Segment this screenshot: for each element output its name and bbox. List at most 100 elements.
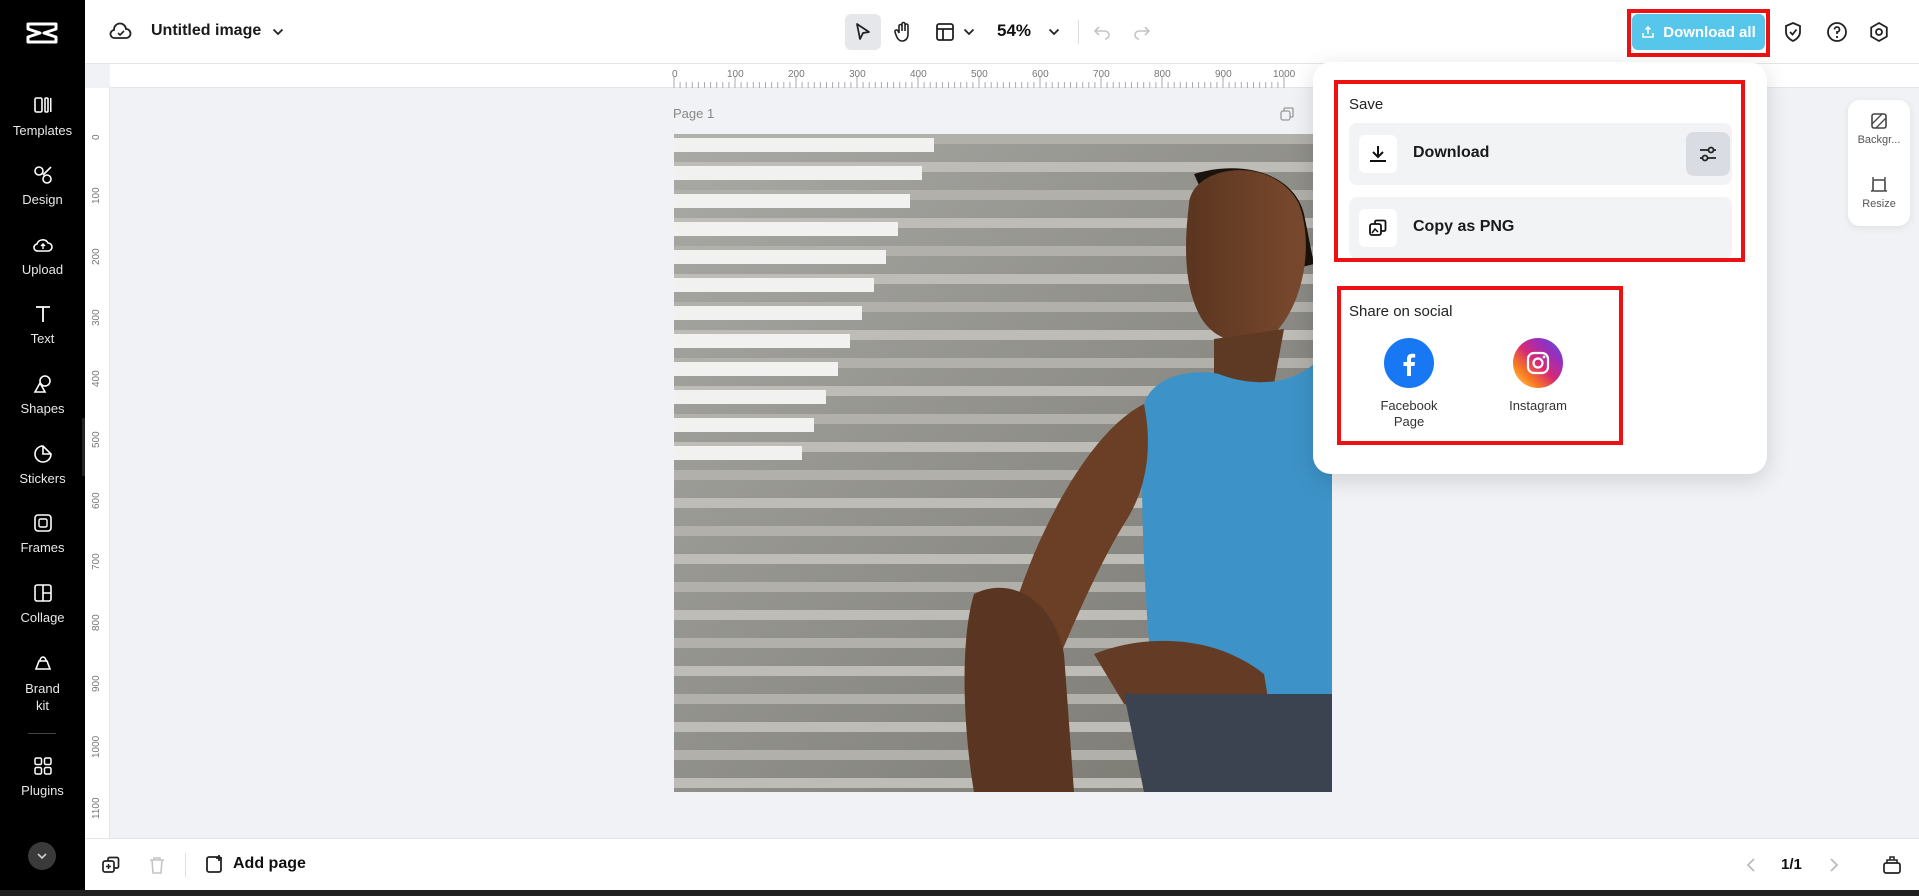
undo-icon — [1093, 26, 1110, 40]
background-icon — [1871, 113, 1887, 129]
help-icon — [1827, 22, 1847, 42]
hand-icon — [894, 21, 909, 42]
ruler-tick-label: 100 — [91, 187, 102, 204]
duplicate-page-button[interactable] — [97, 851, 125, 879]
share-facebook-button[interactable]: Facebook Page — [1364, 338, 1454, 430]
copy-as-png-option[interactable]: Copy as PNG — [1349, 197, 1732, 259]
download-all-label: Download all — [1663, 23, 1756, 41]
trash-icon — [150, 857, 164, 874]
next-page-button[interactable] — [1820, 851, 1848, 879]
undo-button[interactable] — [1088, 18, 1116, 46]
page-count: 1/1 — [1781, 856, 1802, 873]
canvas-photo[interactable] — [674, 134, 1332, 792]
security-button[interactable] — [1779, 18, 1807, 46]
share-section-title: Share on social — [1349, 303, 1453, 320]
redo-icon — [1134, 26, 1151, 40]
title-dropdown-button[interactable] — [264, 18, 292, 46]
ruler-tick-label: 600 — [1032, 69, 1049, 80]
sidebar-item-text[interactable]: Text — [0, 303, 85, 346]
ruler-tick-label: 200 — [788, 69, 805, 80]
ruler-tick-label: 500 — [91, 431, 102, 448]
athlete-photo — [674, 134, 1332, 792]
hand-tool-button[interactable] — [889, 18, 917, 46]
help-button[interactable] — [1823, 18, 1851, 46]
sidebar-item-upload[interactable]: Upload — [0, 234, 85, 277]
ruler-tick-label: 400 — [91, 370, 102, 387]
sidebar-item-brand-kit[interactable]: Brand kit — [0, 652, 85, 714]
add-page-label: Add page — [233, 855, 306, 872]
share-instagram-button[interactable]: Instagram — [1493, 338, 1583, 413]
sidebar-item-templates[interactable]: Templates — [0, 95, 85, 138]
pages-panel-button[interactable] — [1878, 851, 1906, 879]
sidebar-item-label: Design — [22, 192, 63, 207]
pages-panel-icon — [1883, 856, 1901, 874]
background-tool-button[interactable]: Backgr... — [1848, 112, 1910, 146]
sidebar-item-stickers[interactable]: Stickers — [0, 443, 85, 486]
chevron-down-icon — [272, 28, 284, 36]
brand-kit-icon — [34, 656, 51, 670]
ruler-tick-label: 0 — [91, 134, 102, 140]
download-settings-button[interactable] — [1686, 132, 1730, 176]
ruler-tick-label: 300 — [849, 69, 866, 80]
design-icon — [33, 166, 52, 184]
copy-as-png-label: Copy as PNG — [1413, 218, 1515, 235]
sidebar-item-label: Stickers — [19, 471, 66, 486]
cloud-save-button[interactable] — [107, 18, 135, 46]
sidebar-item-collage[interactable]: Collage — [0, 582, 85, 625]
zoom-dropdown-button[interactable] — [1040, 18, 1068, 46]
chevron-down-icon — [1048, 28, 1060, 36]
resize-tool-label: Resize — [1862, 198, 1896, 210]
copy-icon-box — [1359, 209, 1397, 247]
ruler-tick-label: 600 — [91, 492, 102, 509]
redo-button[interactable] — [1128, 18, 1156, 46]
document-title[interactable]: Untitled image — [151, 22, 261, 40]
ruler-tick-label: 200 — [91, 248, 102, 265]
sidebar-item-label: Frames — [20, 540, 65, 555]
sidebar-item-label: Upload — [21, 262, 64, 277]
sliders-icon — [1700, 146, 1716, 162]
download-all-button[interactable]: Download all — [1632, 14, 1765, 50]
sidebar-item-label: Text — [30, 331, 55, 346]
ruler-tick-label: 900 — [91, 675, 102, 692]
layout-dropdown-button[interactable] — [955, 18, 983, 46]
sidebar-item-shapes[interactable]: Shapes — [0, 373, 85, 416]
sidebar-collapse-button[interactable] — [28, 842, 56, 870]
add-page-icon — [206, 855, 222, 873]
settings-button[interactable] — [1865, 18, 1893, 46]
chevron-down-icon — [37, 853, 47, 860]
sidebar-item-design[interactable]: Design — [0, 164, 85, 207]
instagram-label: Instagram — [1509, 398, 1567, 413]
right-tools-panel: Backgr... Resize — [1848, 100, 1910, 226]
sidebar-item-plugins[interactable]: Plugins — [0, 755, 85, 798]
templates-icon — [33, 97, 51, 113]
delete-page-button[interactable] — [143, 851, 171, 879]
resize-icon — [1871, 177, 1887, 192]
sidebar-divider — [28, 733, 56, 734]
ruler-tick-label: 700 — [1093, 69, 1110, 80]
cursor-icon — [856, 23, 870, 40]
shapes-icon — [33, 375, 51, 393]
sidebar-item-frames[interactable]: Frames — [0, 512, 85, 555]
add-page-button[interactable]: Add page — [205, 854, 306, 874]
facebook-icon — [1384, 338, 1434, 388]
resize-tool-button[interactable]: Resize — [1848, 176, 1910, 210]
zoom-level[interactable]: 54% — [997, 21, 1031, 41]
facebook-label: Facebook Page — [1380, 398, 1438, 429]
sidebar-item-label: Shapes — [20, 401, 65, 416]
ruler-tick-label: 300 — [91, 309, 102, 326]
ruler-tick-label: 1100 — [91, 797, 102, 819]
ruler-tick-label: 0 — [672, 69, 678, 80]
sidebar-item-label: Brand kit — [25, 681, 60, 713]
frames-icon — [33, 514, 52, 532]
download-label: Download — [1413, 144, 1490, 161]
capcut-logo-icon[interactable] — [24, 18, 60, 48]
select-tool-button[interactable] — [845, 14, 881, 50]
duplicate-page-icon[interactable] — [1279, 106, 1295, 122]
download-option[interactable]: Download — [1349, 123, 1732, 185]
ruler-tick-label: 900 — [1215, 69, 1232, 80]
background-tool-label: Backgr... — [1857, 134, 1901, 146]
prev-page-button[interactable] — [1737, 851, 1765, 879]
page-label: Page 1 — [673, 106, 715, 121]
ruler-tick-label: 100 — [727, 69, 744, 80]
cloud-icon — [109, 22, 132, 39]
